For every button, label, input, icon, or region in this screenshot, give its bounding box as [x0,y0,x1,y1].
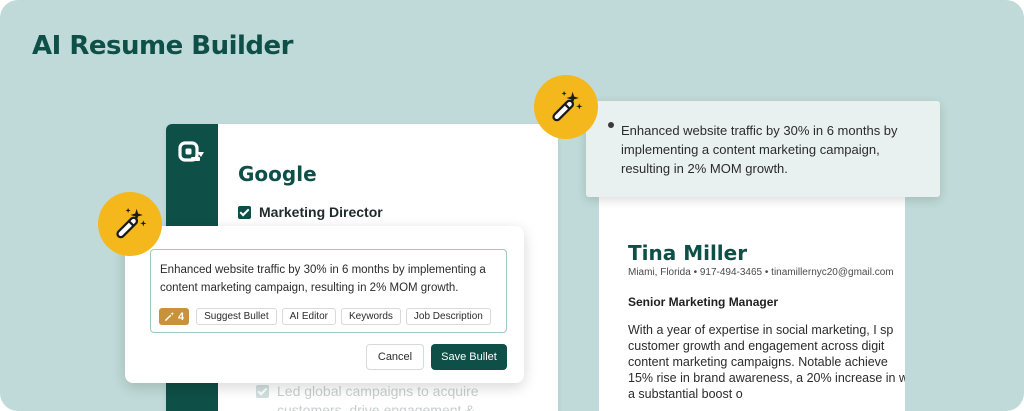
keywords-button[interactable]: Keywords [340,308,401,325]
job-description-button[interactable]: Job Description [405,308,491,325]
ai-suggestion-card[interactable]: Enhanced website traffic by 30% in 6 mon… [586,101,940,197]
suggest-bullet-button[interactable]: Suggest Bullet [196,308,277,325]
wand-icon [165,311,175,321]
summary-line: a substantial boost o [628,387,743,401]
resume-name: Tina Miller [628,241,748,265]
resume-contact: Miami, Florida • 917-494-3465 • tinamill… [628,267,894,278]
magic-wand-icon [98,192,162,256]
bullet-text: Enhanced website traffic by 30% in 6 mon… [160,264,486,294]
app-logo-icon[interactable] [177,138,207,168]
bullet-dot-icon [608,122,614,128]
ai-credits-count: 4 [178,310,185,323]
bullet-text-area[interactable]: Enhanced website traffic by 30% in 6 mon… [150,249,507,333]
role-title: Marketing Director [259,204,383,220]
bullet-editor-card: Enhanced website traffic by 30% in 6 mon… [125,226,524,383]
summary-line: 15% rise in brand awareness, a 20% incre… [628,371,905,385]
ai-editor-button[interactable]: AI Editor [281,308,336,325]
summary-line: content marketing campaigns. Notable ach… [628,355,888,369]
role-row[interactable]: Marketing Director [238,204,383,220]
magic-wand-icon [534,75,598,139]
ai-credits-badge: 4 [159,308,190,325]
hero-banner: AI Resume Builder Google Marketing Direc… [0,0,1024,411]
save-bullet-button[interactable]: Save Bullet [431,344,507,370]
hero-title: AI Resume Builder [32,31,293,61]
resume-preview: Tina Miller Miami, Florida • 917-494-346… [599,196,905,411]
resume-summary: With a year of expertise in social marke… [628,322,905,402]
faded-bullet-text: Led global campaigns to acquire customer… [277,383,479,411]
summary-line: With a year of expertise in social marke… [628,323,894,337]
faded-bullet-item: Led global campaigns to acquire customer… [256,382,487,411]
company-name: Google [238,162,317,186]
summary-line: customer growth and engagement across di… [628,339,885,353]
ai-tool-row: 4 Suggest Bullet AI Editor Keywords Job … [159,308,496,325]
bullet-checkbox[interactable] [256,385,269,398]
role-checkbox[interactable] [238,205,251,219]
resume-job-title: Senior Marketing Manager [628,295,779,309]
cancel-button[interactable]: Cancel [366,344,424,370]
suggestion-text: Enhanced website traffic by 30% in 6 mon… [621,123,898,176]
